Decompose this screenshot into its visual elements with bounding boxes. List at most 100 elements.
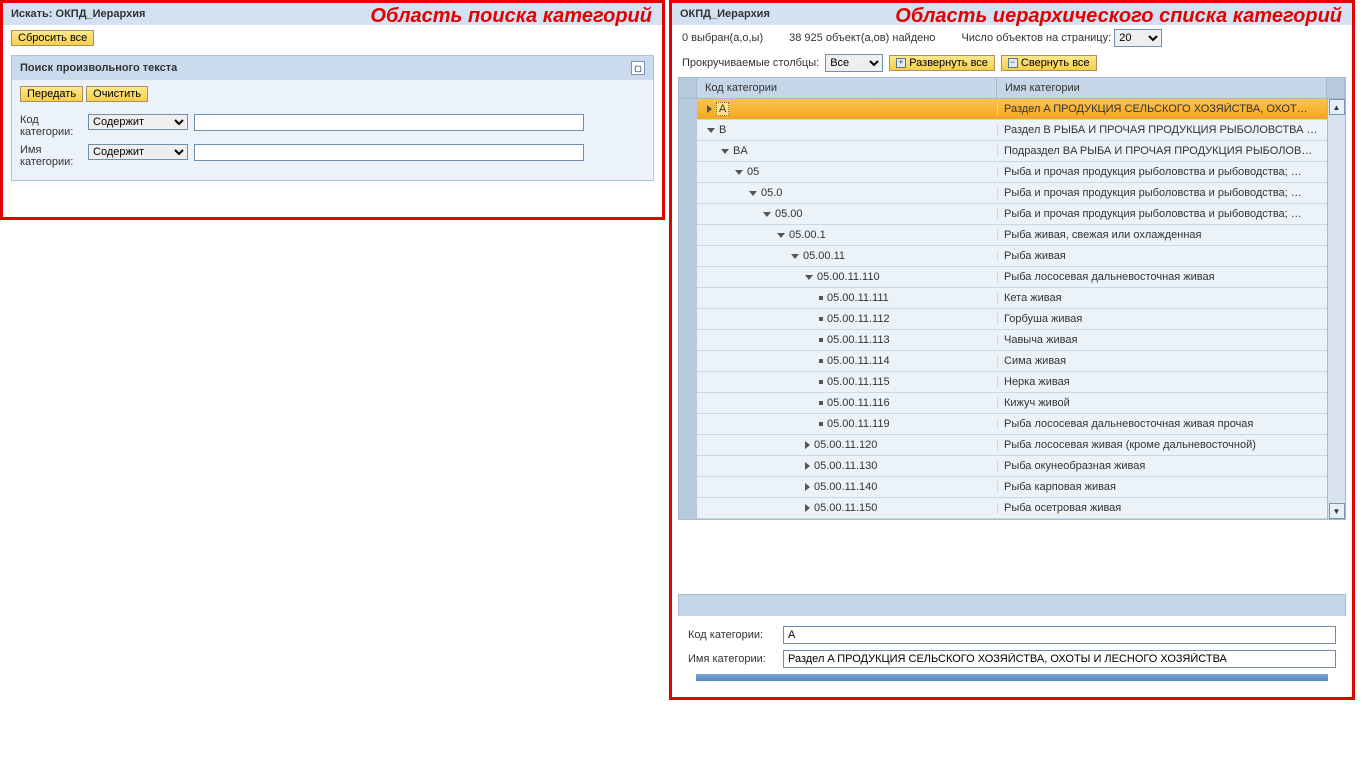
row-name: Рыба и прочая продукция рыболовства и ры…	[997, 208, 1327, 220]
tree-row[interactable]: 05.00.11.150Рыба осетровая живая	[697, 498, 1327, 519]
found-count: 38 925 объект(а,ов) найдено	[789, 32, 935, 44]
tree-row[interactable]: 05.00.11 Рыба живая	[697, 246, 1327, 267]
row-name: Рыба лососевая дальневосточная живая про…	[997, 418, 1327, 430]
row-code: B	[719, 124, 726, 136]
row-code: 05.00.11.112	[827, 313, 890, 325]
row-name: Рыба живая	[997, 250, 1327, 262]
freetext-search-group: Поиск произвольного текста ▢ Передать Оч…	[11, 55, 654, 181]
scroll-up-icon[interactable]: ▲	[1329, 99, 1345, 115]
tree-row[interactable]: 05.00.11.112 Горбуша живая	[697, 309, 1327, 330]
detail-name-input[interactable]	[783, 650, 1336, 668]
detail-code-input[interactable]	[783, 626, 1336, 644]
name-label: Имя категории:	[20, 144, 73, 168]
search-pane-title: Искать: ОКПД_Иерархия	[11, 8, 145, 20]
selected-count: 0 выбран(а,о,ы)	[682, 32, 763, 44]
selector-col-header	[679, 78, 697, 98]
code-input[interactable]	[194, 114, 584, 131]
tree-row[interactable]: 05.00.11.140Рыба карповая живая	[697, 477, 1327, 498]
tree-row[interactable]: 05.0 Рыба и прочая продукция рыболовства …	[697, 183, 1327, 204]
row-code: 05.00	[775, 208, 803, 220]
tree-row[interactable]: 05.00.11.119 Рыба лососевая дальневосточн…	[697, 414, 1327, 435]
tree-row[interactable]: B Раздел B РЫБА И ПРОЧАЯ ПРОДУКЦИЯ РЫБОЛО…	[697, 120, 1327, 141]
vertical-scrollbar[interactable]: ▲ ▼	[1327, 99, 1345, 519]
col-code-header[interactable]: Код категории	[697, 78, 997, 98]
tree-row[interactable]: 05.00.11.116Кижуч живой	[697, 393, 1327, 414]
splitter[interactable]	[678, 594, 1346, 616]
reset-all-button[interactable]: Сбросить все	[11, 30, 94, 46]
expand-icon[interactable]	[707, 105, 712, 113]
row-name: Рыба осетровая живая	[997, 502, 1327, 514]
row-code: 05	[747, 166, 759, 178]
collapse-icon[interactable]	[707, 128, 715, 133]
collapse-icon[interactable]	[763, 212, 771, 217]
per-page-label: Число объектов на страницу:	[961, 32, 1111, 44]
collapse-icon[interactable]	[805, 275, 813, 280]
tree-row[interactable]: 05.00.11.110Рыба лососевая дальневосточн…	[697, 267, 1327, 288]
row-code: A	[716, 102, 729, 116]
leaf-icon	[819, 317, 823, 321]
tree-row[interactable]: 05Рыба и прочая продукция рыболовства и …	[697, 162, 1327, 183]
tree-row[interactable]: 05.00.11.114Сима живая	[697, 351, 1327, 372]
tree-row[interactable]: 05.00.11.120Рыба лососевая живая (кроме …	[697, 435, 1327, 456]
scroll-cols-select[interactable]: Все	[825, 54, 883, 72]
leaf-icon	[819, 422, 823, 426]
search-pane-header: Искать: ОКПД_Иерархия Область поиска кат…	[3, 3, 662, 25]
row-name: Горбуша живая	[997, 313, 1327, 325]
row-name: Нерка живая	[997, 376, 1327, 388]
stats-row: 0 выбран(а,о,ы) 38 925 объект(а,ов) найд…	[672, 25, 1352, 51]
collapse-icon	[1008, 58, 1018, 68]
row-name: Рыба и прочая продукция рыболовства и ры…	[997, 187, 1327, 199]
tree-row[interactable]: BAПодраздел BA РЫБА И ПРОЧАЯ ПРОДУКЦИЯ Р…	[697, 141, 1327, 162]
expand-icon[interactable]	[805, 504, 810, 512]
per-page-select[interactable]: 20	[1114, 29, 1162, 47]
leaf-icon	[819, 296, 823, 300]
collapse-icon[interactable]	[777, 233, 785, 238]
tree-table: Код категории Имя категории AРаздел A ПР…	[678, 77, 1346, 520]
tree-row[interactable]: 05.00.11.113Чавыча живая	[697, 330, 1327, 351]
name-input[interactable]	[194, 144, 584, 161]
collapse-icon[interactable]	[735, 170, 743, 175]
expand-icon	[896, 58, 906, 68]
row-code: 05.00.11.115	[827, 376, 890, 388]
tree-row[interactable]: 05.00.11.115 Нерка живая	[697, 372, 1327, 393]
row-code: 05.0	[761, 187, 782, 199]
row-name: Рыба живая, свежая или охлажденная	[997, 229, 1327, 241]
row-code: 05.00.11	[803, 250, 845, 262]
row-code: 05.00.11.116	[827, 397, 890, 409]
row-name: Раздел B РЫБА И ПРОЧАЯ ПРОДУКЦИЯ РЫБОЛОВ…	[997, 124, 1327, 136]
row-code: 05.00.11.113	[827, 334, 890, 346]
freetext-search-title: Поиск произвольного текста	[20, 62, 177, 74]
row-code: 05.00.11.119	[827, 418, 890, 430]
tree-row[interactable]: 05.00.11.130Рыба окунеобразная живая	[697, 456, 1327, 477]
tree-row[interactable]: 05.00.1Рыба живая, свежая или охлажденна…	[697, 225, 1327, 246]
leaf-icon	[819, 380, 823, 384]
tree-row[interactable]: 05.00 Рыба и прочая продукция рыболовства…	[697, 204, 1327, 225]
collapse-all-button[interactable]: Свернуть все	[1001, 55, 1097, 71]
hierarchy-pane-title: ОКПД_Иерархия	[680, 8, 770, 20]
collapse-icon[interactable]	[721, 149, 729, 154]
row-code: 05.00.11.111	[827, 292, 889, 304]
collapse-icon[interactable]	[791, 254, 799, 259]
submit-button[interactable]: Передать	[20, 86, 83, 102]
leaf-icon	[819, 338, 823, 342]
code-op-select[interactable]: Содержит	[88, 114, 188, 130]
tree-row[interactable]: 05.00.11.111Кета живая	[697, 288, 1327, 309]
collapse-icon[interactable]: ▢	[631, 61, 645, 75]
expand-icon[interactable]	[805, 441, 810, 449]
scroll-cols-label: Прокручиваемые столбцы:	[682, 57, 819, 69]
row-name: Рыба окунеобразная живая	[997, 460, 1327, 472]
expand-all-button[interactable]: Развернуть все	[889, 55, 995, 71]
clear-button[interactable]: Очистить	[86, 86, 148, 102]
tree-row[interactable]: AРаздел A ПРОДУКЦИЯ СЕЛЬСКОГО ХОЗЯЙСТВА,…	[697, 99, 1327, 120]
row-code: 05.00.11.120	[814, 439, 877, 451]
expand-icon[interactable]	[805, 462, 810, 470]
scroll-down-icon[interactable]: ▼	[1329, 503, 1345, 519]
row-name: Подраздел BA РЫБА И ПРОЧАЯ ПРОДУКЦИЯ РЫБ…	[997, 145, 1327, 157]
name-op-select[interactable]: Содержит	[88, 144, 188, 160]
col-name-header[interactable]: Имя категории	[997, 78, 1327, 98]
expand-icon[interactable]	[805, 483, 810, 491]
leaf-icon	[819, 359, 823, 363]
row-name: Рыба лососевая дальневосточная живая	[997, 271, 1327, 283]
collapse-icon[interactable]	[749, 191, 757, 196]
scroll-col-header	[1327, 78, 1345, 98]
